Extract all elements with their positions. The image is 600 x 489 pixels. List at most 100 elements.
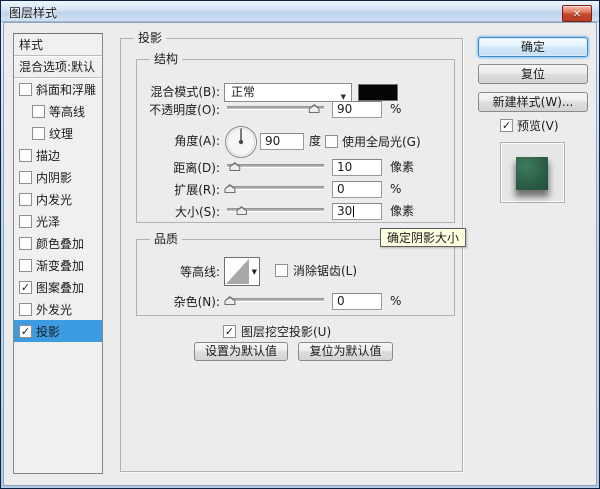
angle-dial-icon xyxy=(225,126,257,158)
gradient-overlay-checkbox[interactable] xyxy=(19,258,32,272)
distance-slider-handle[interactable] xyxy=(229,162,241,171)
item-label: 斜面和浮雕 xyxy=(36,82,97,97)
use-global-light-checkbox[interactable] xyxy=(325,135,338,148)
structure-groupbox: 结构 混合模式(B): 正常 ▼ 不透明度(O): 90 % 角度(A): 90… xyxy=(136,52,455,223)
item-label: 混合选项:默认 xyxy=(19,60,96,74)
slider-track xyxy=(227,186,324,189)
size-unit: 像素 xyxy=(390,204,415,218)
sidebar-item-drop-shadow[interactable]: ✓ 投影 xyxy=(14,320,102,342)
item-label: 描边 xyxy=(36,148,61,163)
quality-groupbox: 品质 等高线: ▼ 消除锯齿(L) 杂色(N): 0 % xyxy=(136,232,455,316)
size-input[interactable]: 30 xyxy=(332,203,382,220)
distance-label: 距离(D): xyxy=(173,161,220,175)
item-label: 投影 xyxy=(36,324,61,339)
style-preview-thumbnail xyxy=(500,142,565,203)
noise-input[interactable]: 0 xyxy=(332,293,382,310)
distance-slider[interactable] xyxy=(227,160,324,172)
text-caret xyxy=(353,206,355,217)
blend-mode-label: 混合模式(B): xyxy=(150,85,220,99)
texture-checkbox[interactable] xyxy=(32,126,45,140)
stroke-checkbox[interactable] xyxy=(19,148,32,162)
shadow-color-swatch[interactable] xyxy=(358,84,398,101)
sidebar-item-bevel-emboss[interactable]: 斜面和浮雕 xyxy=(14,78,102,100)
color-overlay-checkbox[interactable] xyxy=(19,236,32,250)
item-label: 内发光 xyxy=(36,192,73,207)
styles-list: 样式 混合选项:默认 斜面和浮雕 等高线 纹理 描边 内阴影 内发光 光泽 颜色… xyxy=(13,33,103,474)
sidebar-item-inner-shadow[interactable]: 内阴影 xyxy=(14,166,102,188)
reset-button[interactable]: 复位 xyxy=(478,64,588,84)
angle-dial[interactable] xyxy=(224,125,258,159)
noise-slider[interactable] xyxy=(224,294,324,306)
sidebar-item-inner-glow[interactable]: 内发光 xyxy=(14,188,102,210)
sidebar-item-blending-options[interactable]: 混合选项:默认 xyxy=(14,56,102,78)
preview-label: 预览(V) xyxy=(517,119,559,133)
preview-pattern-swatch xyxy=(516,157,548,190)
ok-button[interactable]: 确定 xyxy=(478,37,588,57)
contour-picker[interactable]: ▼ xyxy=(224,257,260,286)
chevron-down-icon: ▼ xyxy=(251,268,257,276)
drop-shadow-group-title: 投影 xyxy=(134,31,167,46)
noise-label: 杂色(N): xyxy=(173,295,220,309)
structure-group-title: 结构 xyxy=(150,52,183,67)
blend-mode-value: 正常 xyxy=(231,85,256,99)
size-slider[interactable] xyxy=(227,204,324,216)
satin-checkbox[interactable] xyxy=(19,214,32,228)
layer-knockout-checkbox[interactable]: ✓ xyxy=(223,325,236,338)
sidebar-item-satin[interactable]: 光泽 xyxy=(14,210,102,232)
pattern-overlay-checkbox[interactable]: ✓ xyxy=(19,280,32,294)
noise-slider-handle[interactable] xyxy=(224,296,236,305)
size-label: 大小(S): xyxy=(174,205,220,219)
item-label: 外发光 xyxy=(36,302,73,317)
item-label: 等高线 xyxy=(49,104,86,119)
linear-contour-icon xyxy=(226,259,249,284)
contour-label: 等高线: xyxy=(179,265,220,279)
contour-checkbox[interactable] xyxy=(32,104,45,118)
sidebar-item-pattern-overlay[interactable]: ✓ 图案叠加 xyxy=(14,276,102,298)
distance-input[interactable]: 10 xyxy=(332,159,382,176)
angle-input[interactable]: 90 xyxy=(260,133,304,150)
sidebar-item-styles[interactable]: 样式 xyxy=(14,34,102,56)
distance-unit: 像素 xyxy=(390,160,415,174)
opacity-slider-handle[interactable] xyxy=(308,104,320,113)
size-slider-handle[interactable] xyxy=(236,206,248,215)
reset-default-button[interactable]: 复位为默认值 xyxy=(298,342,393,361)
opacity-slider[interactable] xyxy=(227,102,324,114)
sidebar-item-gradient-overlay[interactable]: 渐变叠加 xyxy=(14,254,102,276)
anti-aliased-label: 消除锯齿(L) xyxy=(293,264,358,278)
bevel-emboss-checkbox[interactable] xyxy=(19,82,32,96)
drop-shadow-groupbox: 投影 结构 混合模式(B): 正常 ▼ 不透明度(O): 90 % 角度(A):… xyxy=(120,31,463,472)
make-default-button[interactable]: 设置为默认值 xyxy=(194,342,288,361)
slider-track xyxy=(227,298,324,301)
inner-shadow-checkbox[interactable] xyxy=(19,170,32,184)
layer-style-dialog: 图层样式 ✕ 样式 混合选项:默认 斜面和浮雕 等高线 纹理 描边 内阴影 内发… xyxy=(0,0,600,489)
preview-checkbox[interactable]: ✓ xyxy=(500,119,513,132)
drop-shadow-checkbox[interactable]: ✓ xyxy=(19,324,32,338)
spread-slider[interactable] xyxy=(224,182,324,194)
opacity-label: 不透明度(O): xyxy=(149,103,220,117)
opacity-unit: % xyxy=(390,102,402,116)
item-label: 纹理 xyxy=(49,126,74,141)
spread-unit: % xyxy=(390,182,402,196)
inner-glow-checkbox[interactable] xyxy=(19,192,32,206)
new-style-button[interactable]: 新建样式(W)... xyxy=(478,92,588,112)
use-global-light-label: 使用全局光(G) xyxy=(342,135,421,149)
spread-input[interactable]: 0 xyxy=(332,181,382,198)
item-label: 颜色叠加 xyxy=(36,236,85,251)
anti-aliased-checkbox[interactable] xyxy=(275,264,288,277)
opacity-input[interactable]: 90 xyxy=(332,101,382,118)
blend-mode-dropdown[interactable]: 正常 ▼ xyxy=(224,83,352,102)
angle-unit: 度 xyxy=(309,134,322,148)
angle-label: 角度(A): xyxy=(174,134,220,148)
noise-unit: % xyxy=(390,294,402,308)
sidebar-item-color-overlay[interactable]: 颜色叠加 xyxy=(14,232,102,254)
spread-slider-handle[interactable] xyxy=(224,184,236,193)
sidebar-item-stroke[interactable]: 描边 xyxy=(14,144,102,166)
sidebar-item-texture[interactable]: 纹理 xyxy=(14,122,102,144)
sidebar-item-outer-glow[interactable]: 外发光 xyxy=(14,298,102,320)
size-tooltip: 确定阴影大小 xyxy=(380,228,467,247)
outer-glow-checkbox[interactable] xyxy=(19,302,32,316)
layer-knockout-label: 图层挖空投影(U) xyxy=(241,325,332,339)
item-label: 样式 xyxy=(19,38,44,52)
sidebar-item-contour[interactable]: 等高线 xyxy=(14,100,102,122)
item-label: 渐变叠加 xyxy=(36,258,85,273)
